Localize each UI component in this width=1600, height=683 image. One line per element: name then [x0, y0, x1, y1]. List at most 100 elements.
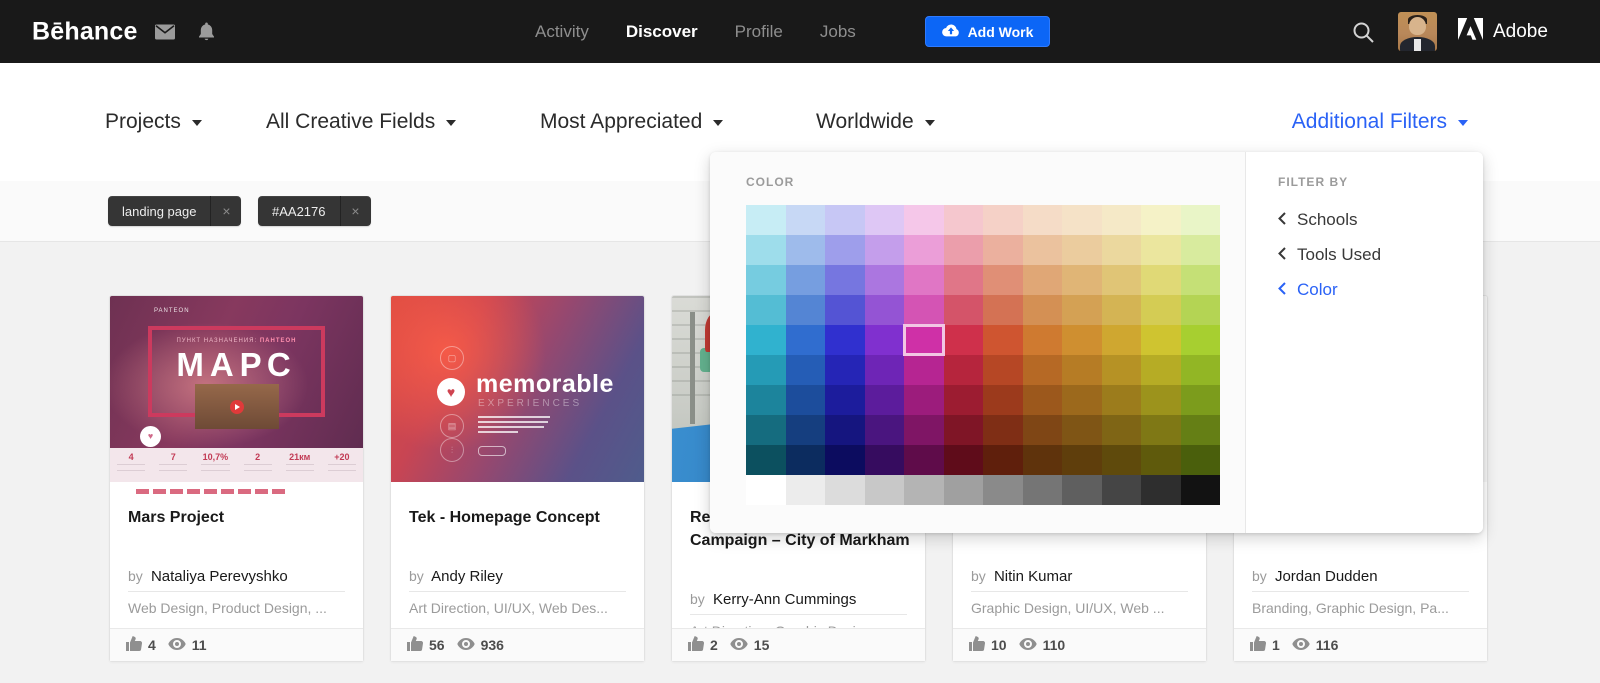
nav-discover[interactable]: Discover [626, 22, 698, 42]
color-swatch[interactable] [983, 205, 1023, 235]
color-swatch[interactable] [983, 325, 1023, 355]
project-cover-memorable[interactable]: ▢ ♥ ▤ ⫶ memorable EXPERIENCES [391, 296, 644, 482]
color-swatch[interactable] [983, 385, 1023, 415]
remove-chip-icon[interactable]: × [210, 196, 241, 226]
color-swatch[interactable] [1181, 325, 1221, 355]
grayscale-swatch[interactable] [1023, 475, 1063, 505]
color-swatch[interactable] [1141, 295, 1181, 325]
grayscale-swatch[interactable] [1102, 475, 1142, 505]
notifications-icon[interactable] [198, 22, 215, 41]
color-swatch[interactable] [865, 415, 905, 445]
filter-by-color[interactable]: Color [1278, 280, 1338, 300]
color-swatch[interactable] [904, 235, 944, 265]
color-swatch[interactable] [1141, 355, 1181, 385]
color-swatch[interactable] [1141, 445, 1181, 475]
color-swatch[interactable] [983, 265, 1023, 295]
color-swatch[interactable] [1141, 205, 1181, 235]
color-swatch[interactable] [1062, 325, 1102, 355]
color-swatch[interactable] [825, 445, 865, 475]
color-swatch[interactable] [746, 385, 786, 415]
color-swatch[interactable] [904, 415, 944, 445]
color-swatch[interactable] [786, 415, 826, 445]
color-swatch[interactable] [944, 355, 984, 385]
color-swatch[interactable] [1023, 325, 1063, 355]
color-swatch[interactable] [1023, 205, 1063, 235]
color-swatch[interactable] [746, 445, 786, 475]
color-swatch[interactable] [904, 445, 944, 475]
color-swatch[interactable] [865, 325, 905, 355]
color-swatch[interactable] [1023, 415, 1063, 445]
color-swatch[interactable] [786, 205, 826, 235]
color-swatch[interactable] [825, 385, 865, 415]
add-work-button[interactable]: Add Work [925, 16, 1050, 47]
grayscale-swatch[interactable] [904, 475, 944, 505]
color-swatch[interactable] [786, 325, 826, 355]
color-swatch[interactable] [1181, 445, 1221, 475]
color-swatch[interactable] [1181, 205, 1221, 235]
color-swatch[interactable] [786, 265, 826, 295]
color-swatch[interactable] [1062, 385, 1102, 415]
color-swatch[interactable] [1181, 415, 1221, 445]
color-swatch[interactable] [1062, 235, 1102, 265]
project-title[interactable]: Mars Project [128, 506, 351, 529]
color-swatch[interactable] [825, 325, 865, 355]
color-swatch[interactable] [825, 295, 865, 325]
color-swatch[interactable] [1181, 385, 1221, 415]
project-cover-mars[interactable]: PANTEON ПУНКТ НАЗНАЧЕНИЯ: ПАНТЕОН МАРС ♥… [110, 296, 363, 482]
color-swatch[interactable] [1102, 445, 1142, 475]
color-swatch[interactable] [983, 355, 1023, 385]
color-swatch[interactable] [904, 205, 944, 235]
color-swatch[interactable] [1102, 355, 1142, 385]
color-swatch[interactable] [1023, 295, 1063, 325]
color-swatch[interactable] [865, 265, 905, 295]
color-swatch[interactable] [786, 385, 826, 415]
color-swatch[interactable] [1181, 355, 1221, 385]
color-swatch[interactable] [944, 235, 984, 265]
color-swatch[interactable] [983, 295, 1023, 325]
color-swatch[interactable] [983, 445, 1023, 475]
color-swatch[interactable] [1062, 205, 1102, 235]
grayscale-swatch[interactable] [825, 475, 865, 505]
grayscale-swatch[interactable] [865, 475, 905, 505]
dropdown-location[interactable]: Worldwide [816, 110, 935, 134]
color-swatch[interactable] [865, 355, 905, 385]
color-swatch[interactable] [944, 385, 984, 415]
color-swatch[interactable] [865, 385, 905, 415]
color-swatch[interactable] [746, 295, 786, 325]
color-swatch[interactable] [1141, 415, 1181, 445]
color-swatch[interactable] [825, 235, 865, 265]
grayscale-swatch[interactable] [1062, 475, 1102, 505]
color-swatch[interactable] [1062, 355, 1102, 385]
color-swatch[interactable] [1062, 265, 1102, 295]
color-swatch[interactable] [904, 295, 944, 325]
color-swatch[interactable] [1102, 415, 1142, 445]
remove-chip-icon[interactable]: × [340, 196, 371, 226]
color-swatch[interactable] [786, 445, 826, 475]
grayscale-swatch[interactable] [1181, 475, 1221, 505]
color-swatch[interactable] [944, 325, 984, 355]
color-swatch[interactable] [944, 205, 984, 235]
color-swatch[interactable] [825, 415, 865, 445]
filter-by-tools-used[interactable]: Tools Used [1278, 245, 1381, 265]
color-swatch[interactable] [1023, 235, 1063, 265]
grayscale-swatch[interactable] [746, 475, 786, 505]
search-icon[interactable] [1352, 21, 1374, 43]
color-swatch[interactable] [904, 325, 944, 355]
color-swatch[interactable] [1141, 385, 1181, 415]
color-swatch[interactable] [1102, 295, 1142, 325]
color-swatch[interactable] [825, 265, 865, 295]
color-swatch[interactable] [904, 385, 944, 415]
messages-icon[interactable] [155, 24, 175, 39]
author-name[interactable]: Andy Riley [431, 568, 503, 585]
author-name[interactable]: Nataliya Perevyshko [151, 568, 288, 585]
color-swatch[interactable] [1102, 385, 1142, 415]
color-swatch[interactable] [865, 235, 905, 265]
color-swatch[interactable] [865, 205, 905, 235]
nav-activity[interactable]: Activity [535, 22, 589, 42]
color-swatch[interactable] [786, 355, 826, 385]
dropdown-creative-fields[interactable]: All Creative Fields [266, 110, 456, 134]
grayscale-swatch[interactable] [1141, 475, 1181, 505]
color-swatch[interactable] [1141, 265, 1181, 295]
color-swatch[interactable] [944, 415, 984, 445]
color-swatch[interactable] [1062, 445, 1102, 475]
